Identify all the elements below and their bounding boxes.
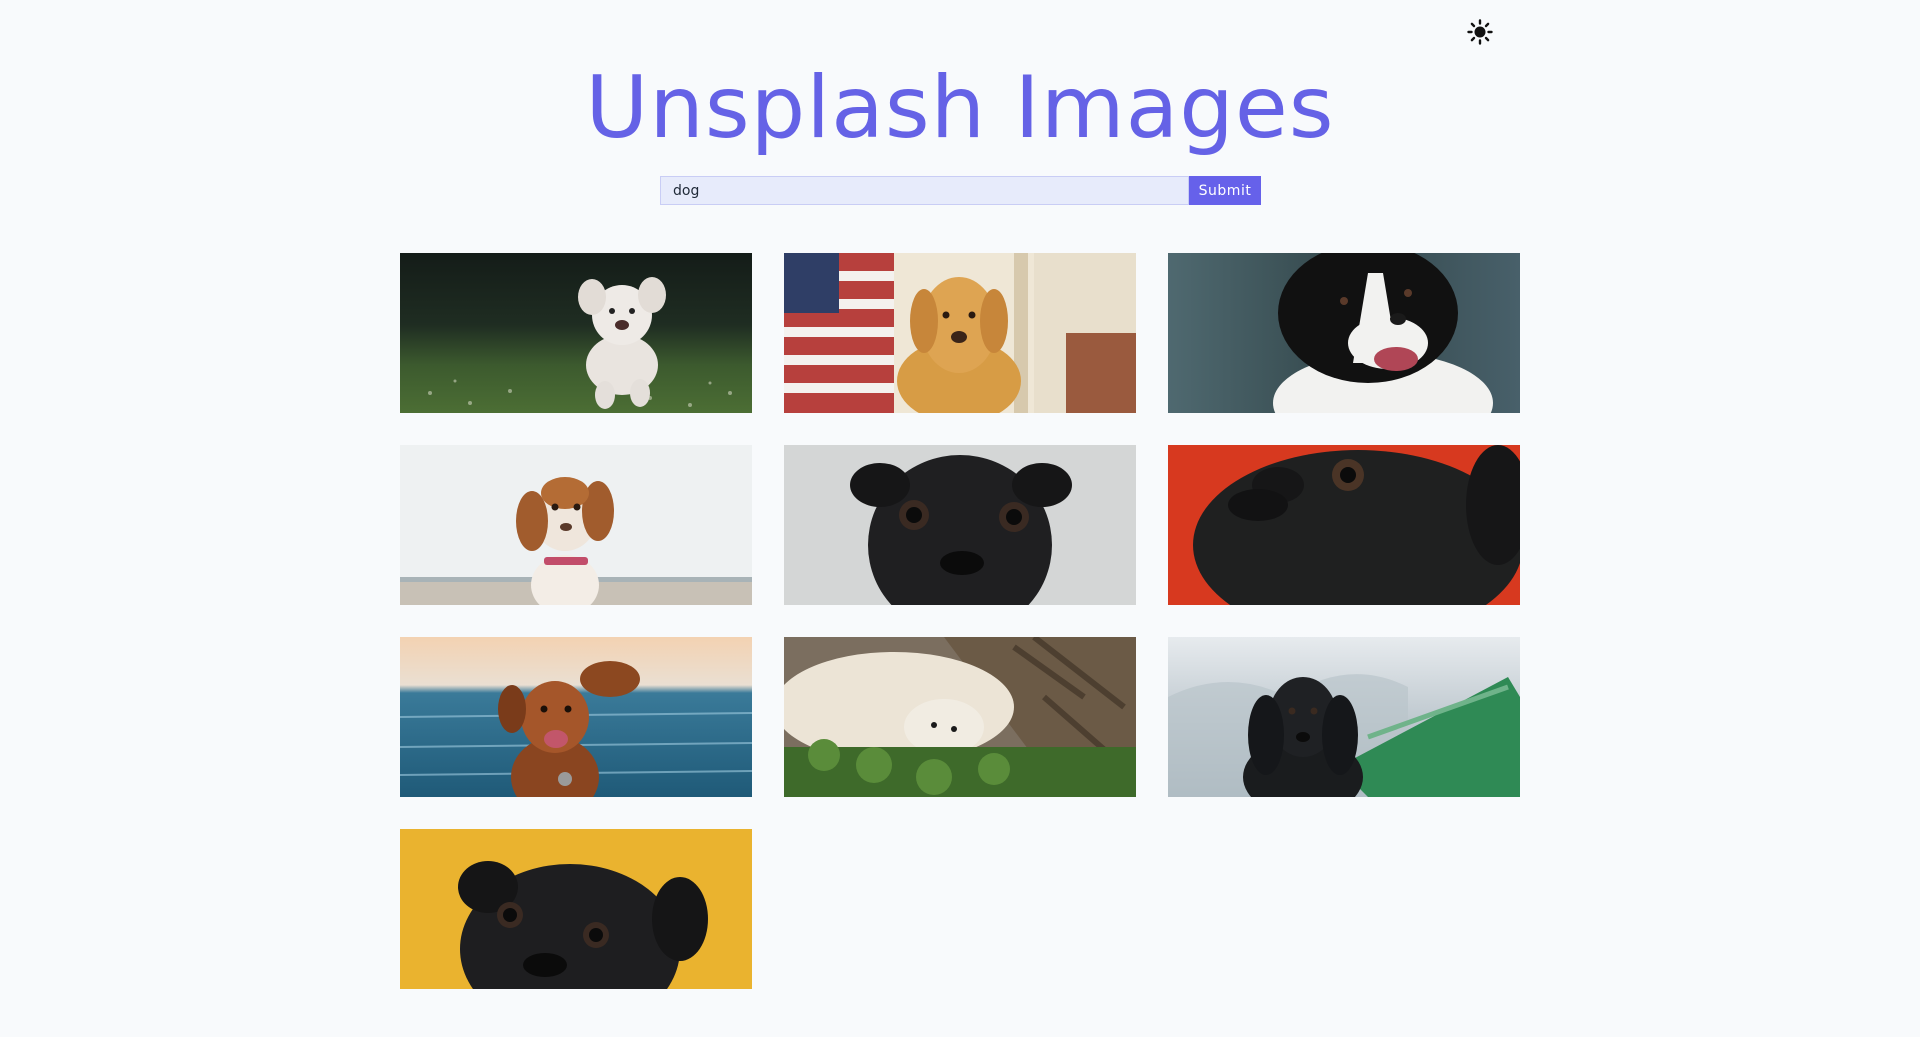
dog-image-4[interactable] [400,445,752,605]
image-gallery [400,253,1520,989]
dog-image-2[interactable] [784,253,1136,413]
dog-image-6[interactable] [1168,445,1520,605]
submit-button[interactable]: Submit [1189,176,1261,205]
dog-image-3[interactable] [1168,253,1520,413]
dog-image-1[interactable] [400,253,752,413]
dog-image-8[interactable] [784,637,1136,797]
theme-toggle-button[interactable] [1466,18,1494,46]
page-title: Unsplash Images [585,58,1335,158]
dog-image-9[interactable] [1168,637,1520,797]
search-form: Submit [660,176,1261,205]
dog-image-10[interactable] [400,829,752,989]
sun-icon [1467,19,1493,45]
dog-image-5[interactable] [784,445,1136,605]
dog-image-7[interactable] [400,637,752,797]
search-input[interactable] [660,176,1189,205]
